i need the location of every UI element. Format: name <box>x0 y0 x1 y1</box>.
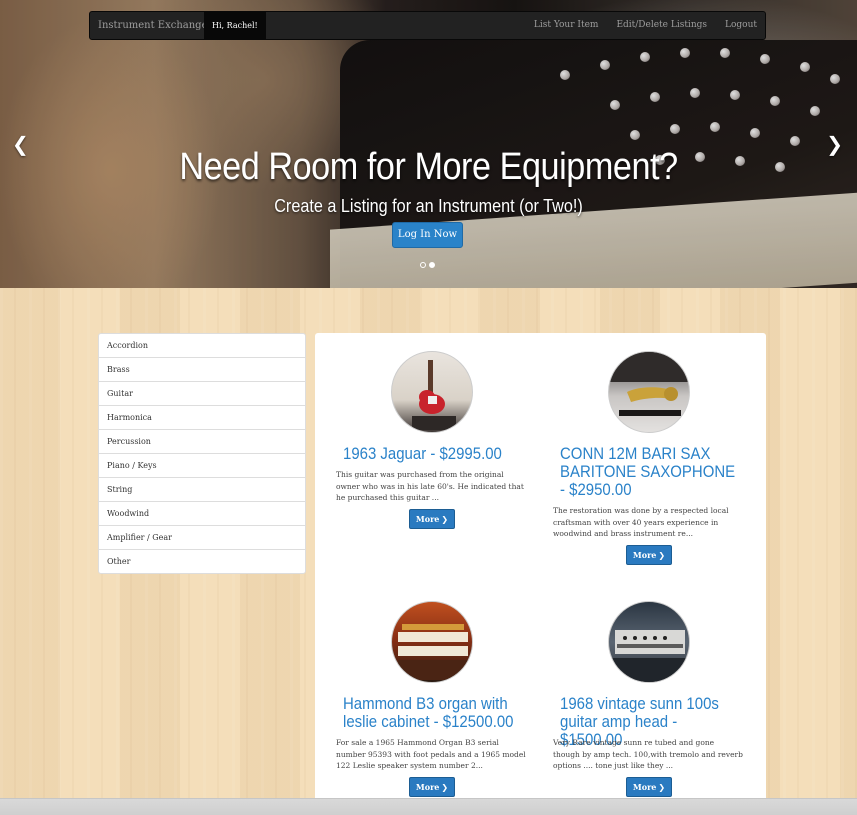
category-list: Accordion Brass Guitar Harmonica Percuss… <box>98 333 306 574</box>
carousel-prev-icon[interactable]: ❮ <box>12 132 29 156</box>
guitar-image <box>412 360 456 430</box>
more-label: More <box>632 782 657 792</box>
nav-edit-delete-listings[interactable]: Edit/Delete Listings <box>616 12 707 39</box>
nav-links: List Your Item Edit/Delete Listings Logo… <box>534 12 757 39</box>
carousel-indicator-2[interactable] <box>429 262 435 268</box>
top-navbar: Instrument Exchange Hi, Rachel! List You… <box>89 11 766 40</box>
more-label: More <box>632 550 657 560</box>
listings-panel: 1963 Jaguar - $2995.00 This guitar was p… <box>315 333 766 803</box>
more-label: More <box>415 782 440 792</box>
category-percussion[interactable]: Percussion <box>98 429 306 454</box>
saxophone-image <box>609 352 689 416</box>
listing-title[interactable]: 1963 Jaguar - $2995.00 <box>343 445 519 463</box>
hero-carousel: ❮ ❯ Need Room for More Equipment? Create… <box>0 0 857 288</box>
nav-list-your-item[interactable]: List Your Item <box>534 12 599 39</box>
chevron-right-icon: ❯ <box>658 551 666 560</box>
hero-subtitle: Create a Listing for an Instrument (or T… <box>274 196 583 216</box>
nav-logout[interactable]: Logout <box>725 12 757 39</box>
category-piano-keys[interactable]: Piano / Keys <box>98 453 306 478</box>
listing-description: The restoration was done by a respected … <box>553 506 729 538</box>
category-harmonica[interactable]: Harmonica <box>98 405 306 430</box>
login-button[interactable]: Log In Now <box>392 222 463 248</box>
bottom-bar <box>0 798 857 815</box>
user-greeting[interactable]: Hi, Rachel! <box>204 12 266 39</box>
listing-description: For sale a 1965 Hammond Organ B3 serial … <box>336 738 526 770</box>
carousel-indicator-1[interactable] <box>420 262 426 268</box>
more-button[interactable]: More ❯ <box>409 509 455 529</box>
more-button[interactable]: More ❯ <box>626 777 672 797</box>
listing-description: Very Rare vintage sunn re tubed and gone… <box>553 738 743 770</box>
category-guitar[interactable]: Guitar <box>98 381 306 406</box>
listing-title[interactable]: CONN 12M BARI SAX BARITONE SAXOPHONE - $… <box>560 445 736 499</box>
brand-link[interactable]: Instrument Exchange <box>98 12 208 39</box>
category-accordion[interactable]: Accordion <box>98 333 306 358</box>
chevron-right-icon: ❯ <box>441 783 449 792</box>
category-brass[interactable]: Brass <box>98 357 306 382</box>
category-amplifier-gear[interactable]: Amplifier / Gear <box>98 525 306 550</box>
carousel-next-icon[interactable]: ❯ <box>826 132 843 156</box>
listing-thumbnail[interactable] <box>608 601 690 683</box>
listing-thumbnail[interactable] <box>391 601 473 683</box>
chevron-right-icon: ❯ <box>441 515 449 524</box>
listing-description: This guitar was purchased from the origi… <box>336 470 524 502</box>
chevron-right-icon: ❯ <box>658 783 666 792</box>
listing-thumbnail[interactable] <box>608 351 690 433</box>
listing-thumbnail[interactable] <box>391 351 473 433</box>
organ-image <box>398 624 468 680</box>
hero-title: Need Room for More Equipment? <box>179 146 678 188</box>
more-label: More <box>415 514 440 524</box>
more-button[interactable]: More ❯ <box>409 777 455 797</box>
more-button[interactable]: More ❯ <box>626 545 672 565</box>
carousel-indicators <box>420 262 435 268</box>
category-woodwind[interactable]: Woodwind <box>98 501 306 526</box>
category-other[interactable]: Other <box>98 549 306 574</box>
category-string[interactable]: String <box>98 477 306 502</box>
amplifier-image <box>609 630 689 682</box>
listing-title[interactable]: Hammond B3 organ with leslie cabinet - $… <box>343 695 519 731</box>
